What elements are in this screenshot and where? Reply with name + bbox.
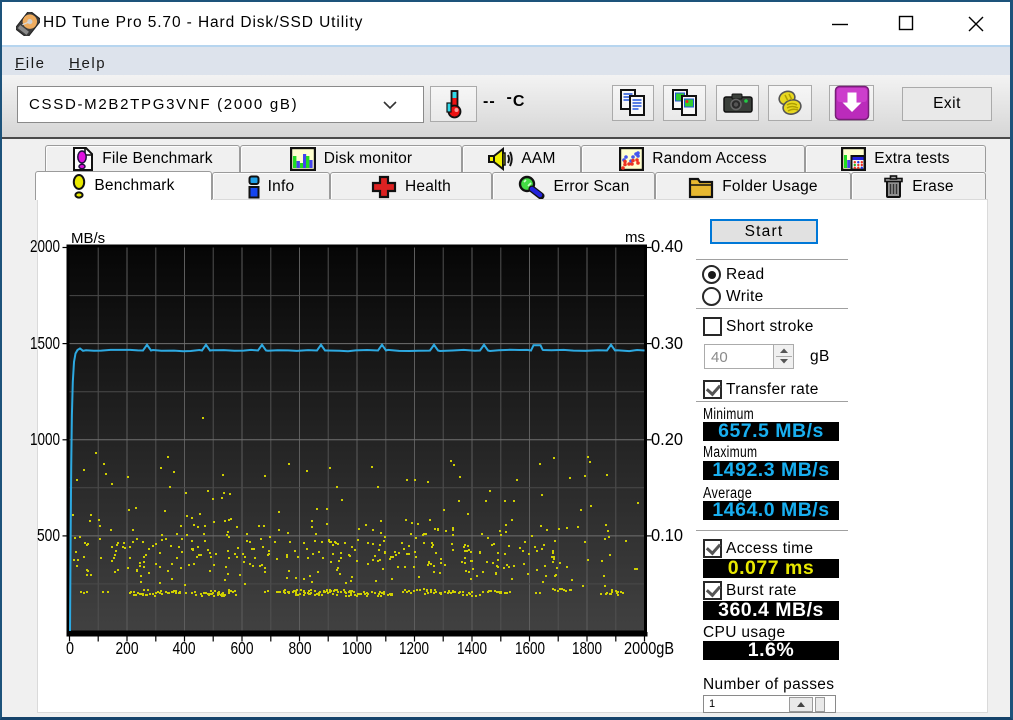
svg-text:1200: 1200 — [399, 638, 429, 658]
svg-text:500: 500 — [37, 525, 60, 545]
svg-text:0.30: 0.30 — [651, 333, 683, 353]
svg-text:1000: 1000 — [30, 429, 60, 449]
svg-text:1400: 1400 — [457, 638, 487, 658]
svg-text:1500: 1500 — [30, 333, 60, 353]
svg-text:1800: 1800 — [572, 638, 602, 658]
svg-text:400: 400 — [173, 638, 196, 658]
svg-text:MB/s: MB/s — [71, 230, 105, 247]
svg-text:1000: 1000 — [342, 638, 372, 658]
svg-text:0.10: 0.10 — [651, 525, 683, 545]
svg-text:2000gB: 2000gB — [624, 638, 674, 658]
svg-text:1600: 1600 — [515, 638, 545, 658]
svg-text:600: 600 — [231, 638, 254, 658]
svg-text:ms: ms — [625, 229, 645, 246]
svg-text:200: 200 — [116, 638, 139, 658]
svg-text:800: 800 — [289, 638, 312, 658]
svg-text:0.20: 0.20 — [651, 429, 683, 449]
svg-text:0.40: 0.40 — [651, 236, 683, 256]
svg-text:2000: 2000 — [30, 236, 60, 256]
svg-text:0: 0 — [66, 638, 74, 658]
